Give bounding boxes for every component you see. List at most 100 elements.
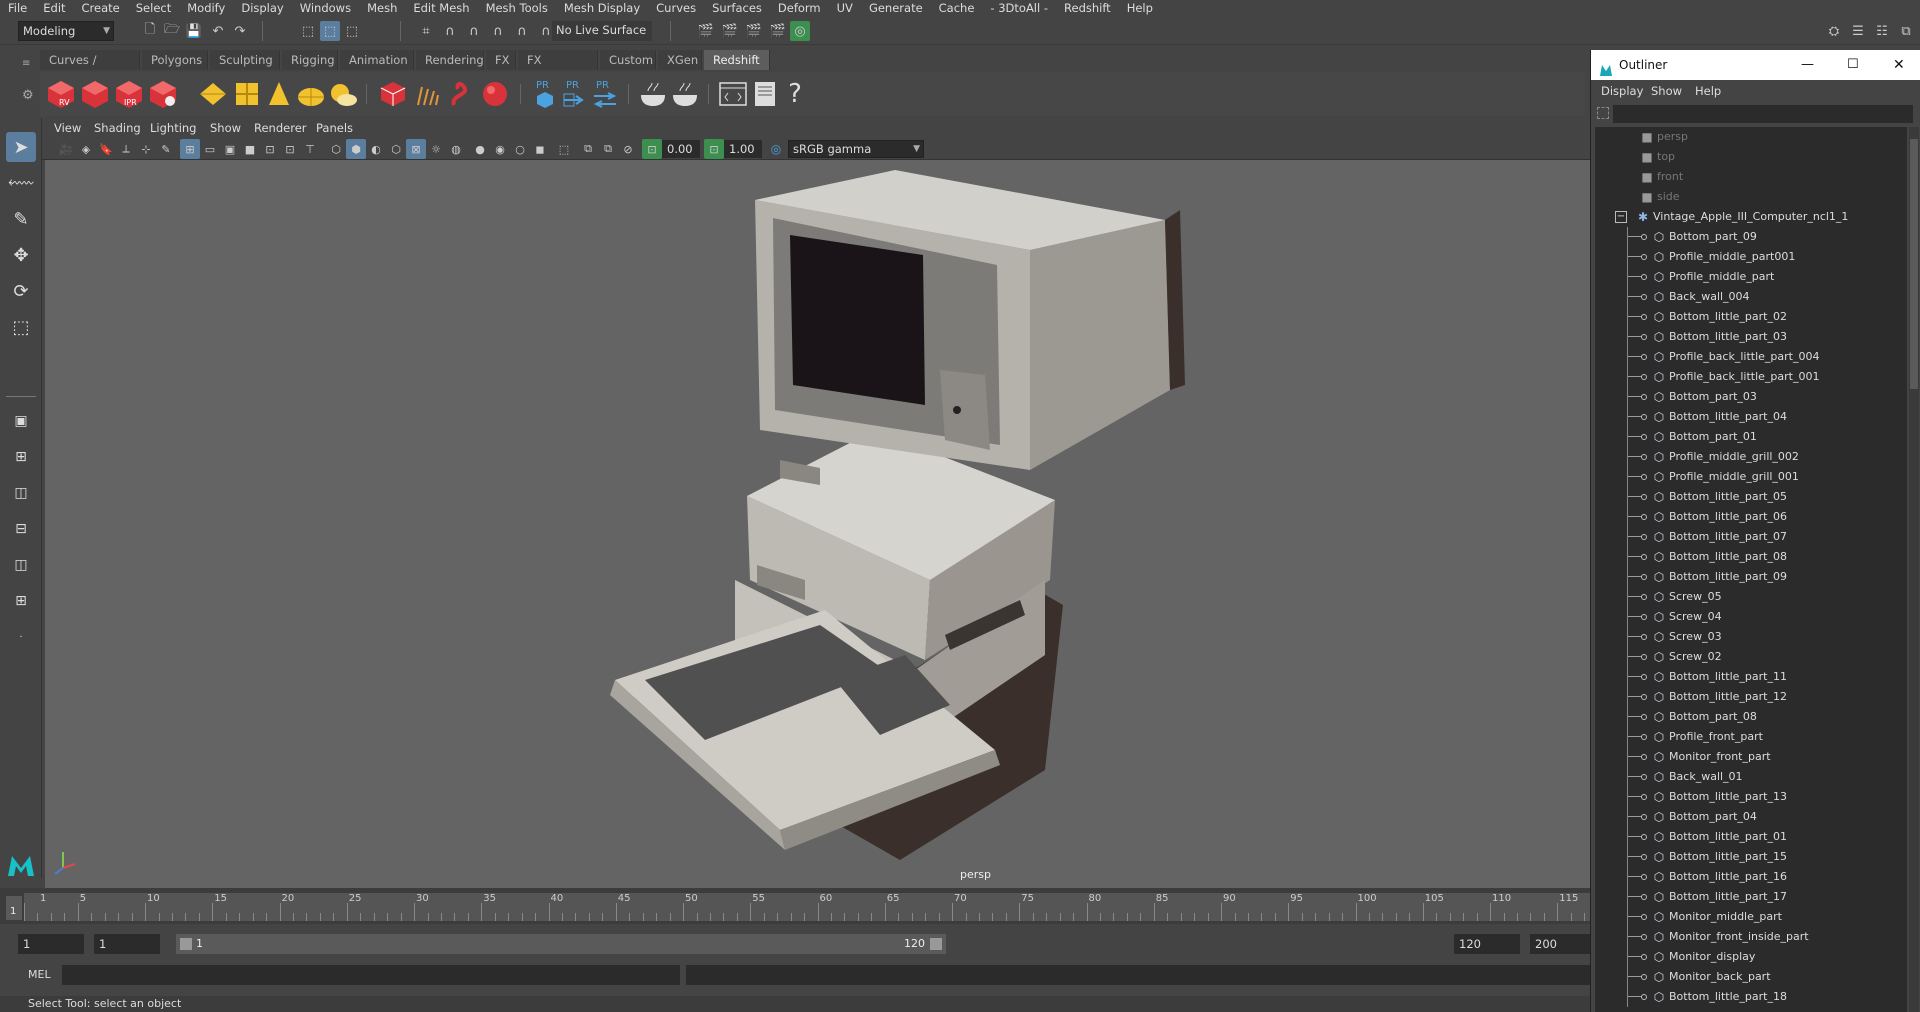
shelf-tab-xgen[interactable]: XGen [658, 50, 702, 70]
xray-joints-icon[interactable]: ⧉ [578, 139, 598, 159]
backface-icon[interactable]: ⊘ [618, 139, 638, 159]
camera-attributes-icon[interactable]: ◈ [76, 139, 96, 159]
viewport-menu-lighting[interactable]: Lighting [150, 118, 196, 138]
channel-box-icon[interactable]: ⧉ [1896, 21, 1916, 41]
outliner-item[interactable]: ⬡ Monitor_middle_part [1595, 907, 1907, 927]
redo-icon[interactable]: ↷ [230, 21, 250, 41]
outliner-item[interactable]: ⬡ Bottom_little_part_06 [1595, 507, 1907, 527]
new-scene-icon[interactable]: 🗋 [140, 21, 160, 41]
snap-grid-icon[interactable]: ⌗ [416, 21, 436, 41]
default-material-icon[interactable]: ◐ [366, 139, 386, 159]
menu-windows[interactable]: Windows [292, 0, 359, 17]
menu-help[interactable]: Help [1119, 0, 1161, 17]
outliner-item[interactable]: ⬡ Bottom_little_part_05 [1595, 487, 1907, 507]
move-tool-icon[interactable]: ✥ [6, 240, 36, 270]
menu-edit-mesh[interactable]: Edit Mesh [405, 0, 477, 17]
attribute-editor-icon[interactable]: ☰ [1848, 21, 1868, 41]
range-handle-start[interactable] [180, 938, 192, 950]
ambient-occlusion-icon[interactable]: ● [470, 139, 490, 159]
safe-action-icon[interactable]: ⊡ [280, 139, 300, 159]
tool-settings-icon[interactable]: ☷ [1872, 21, 1892, 41]
all-lights-icon[interactable]: ☼ [426, 139, 446, 159]
outliner-item[interactable]: ⬡ Monitor_front_part [1595, 747, 1907, 767]
lasso-tool-icon[interactable]: ⬳ [6, 168, 36, 198]
outliner-item[interactable]: ⬡ Bottom_little_part_02 [1595, 307, 1907, 327]
collapse-icon[interactable]: − [1615, 211, 1627, 223]
snap-view-icon[interactable]: ∩ [488, 21, 508, 41]
camera-icon[interactable]: 🎥 [56, 139, 76, 159]
outliner-item[interactable]: ⬡ Profile_middle_grill_002 [1595, 447, 1907, 467]
render-settings-icon[interactable]: 🎬 [768, 21, 788, 41]
menu-curves[interactable]: Curves [648, 0, 704, 17]
outliner-menu-display[interactable]: Display [1601, 80, 1643, 102]
safe-title-icon[interactable]: ⊤ [300, 139, 320, 159]
maximize-icon[interactable]: ☐ [1847, 50, 1859, 80]
command-input[interactable] [62, 965, 680, 985]
anti-aliasing-icon[interactable]: ○ [510, 139, 530, 159]
snap-curve-icon[interactable]: ∩ [440, 21, 460, 41]
outliner-item[interactable]: ⬡ Screw_04 [1595, 607, 1907, 627]
menu-redshift[interactable]: Redshift [1056, 0, 1119, 17]
redshift-bowl-alt-icon[interactable] [668, 76, 702, 112]
motion-blur-icon[interactable]: ◉ [490, 139, 510, 159]
menu-modify[interactable]: Modify [179, 0, 233, 17]
outliner-item[interactable]: ⬡ Bottom_little_part_16 [1595, 867, 1907, 887]
more-layouts-icon[interactable]: · [6, 622, 36, 652]
ipr-render-icon[interactable]: 🎬 [744, 21, 764, 41]
menu-generate[interactable]: Generate [861, 0, 931, 17]
menu-uv[interactable]: UV [829, 0, 861, 17]
gate-mask-icon[interactable]: ■ [240, 139, 260, 159]
viewport-menu-shading[interactable]: Shading [94, 118, 141, 138]
menu-file[interactable]: File [0, 0, 35, 17]
hypershade-layout-icon[interactable]: ⊞ [6, 586, 36, 616]
outliner-item[interactable]: ⬡ Bottom_little_part_18 [1595, 987, 1907, 1007]
outliner-camera-top[interactable]: ■ top [1595, 147, 1907, 167]
grease-pencil-icon[interactable]: ✎ [156, 139, 176, 159]
viewport-menu-view[interactable]: View [54, 118, 81, 138]
outliner-item[interactable]: ⬡ Profile_back_little_part_004 [1595, 347, 1907, 367]
outliner-group[interactable]: − ✱ Vintage_Apple_III_Computer_ncl1_1 [1595, 207, 1907, 227]
colorspace-selector[interactable]: sRGB gamma ▼ [788, 140, 924, 158]
outliner-item[interactable]: ⬡ Screw_02 [1595, 647, 1907, 667]
outliner-item[interactable]: ⬡ Bottom_part_09 [1595, 227, 1907, 247]
close-icon[interactable]: ✕ [1893, 50, 1905, 80]
outliner-item[interactable]: ⬡ Bottom_little_part_13 [1595, 787, 1907, 807]
outliner-item[interactable]: ⬡ Monitor_display [1595, 947, 1907, 967]
script-language-label[interactable]: MEL [28, 968, 51, 981]
outliner-item[interactable]: ⬡ Profile_middle_grill_001 [1595, 467, 1907, 487]
pr-convert-icon[interactable]: PR [588, 76, 622, 112]
single-pane-layout-icon[interactable]: ▣ [6, 406, 36, 436]
select-object-icon[interactable]: ⬚ [320, 21, 340, 41]
hypershade-icon[interactable]: ◎ [790, 21, 810, 41]
pr-export-icon[interactable]: PR [558, 76, 592, 112]
outliner-item[interactable]: ⬡ Bottom_little_part_07 [1595, 527, 1907, 547]
outliner-item[interactable]: ⬡ Profile_back_little_part_001 [1595, 367, 1907, 387]
redshift-proxy-icon[interactable] [376, 76, 410, 112]
persp-graph-layout-icon[interactable]: ◫ [6, 550, 36, 580]
wireframe-on-shaded-icon[interactable]: ⬡ [386, 139, 406, 159]
depth-of-field-icon[interactable]: ◼ [530, 139, 550, 159]
exposure-icon[interactable]: ⊡ [642, 139, 662, 159]
select-component-icon[interactable]: ⬚ [342, 21, 362, 41]
live-surface-field[interactable]: No Live Surface [552, 21, 652, 41]
outliner-item[interactable]: ⬡ Bottom_part_08 [1595, 707, 1907, 727]
redshift-settings-icon[interactable] [146, 76, 180, 112]
viewport-menu-renderer[interactable]: Renderer [254, 118, 307, 138]
outliner-item[interactable]: ⬡ Profile_front_part [1595, 727, 1907, 747]
grid-icon[interactable]: ⊞ [180, 139, 200, 159]
shelf-tab-rendering[interactable]: Rendering [416, 50, 484, 70]
shelf-tab-animation[interactable]: Animation [340, 50, 414, 70]
redshift-render-icon[interactable] [78, 76, 112, 112]
outliner-search-input[interactable] [1613, 105, 1913, 123]
viewport-menu-show[interactable]: Show [210, 118, 241, 138]
perspective-viewport[interactable] [45, 160, 1590, 888]
bookmark-icon[interactable]: 🔖 [96, 139, 116, 159]
outliner-item[interactable]: ⬡ Bottom_little_part_17 [1595, 887, 1907, 907]
outliner-scrollbar[interactable] [1909, 127, 1919, 1012]
outliner-item[interactable]: ⬡ Bottom_part_03 [1595, 387, 1907, 407]
outliner-item[interactable]: ⬡ Bottom_little_part_04 [1595, 407, 1907, 427]
gamma-icon[interactable]: ⊡ [704, 139, 724, 159]
outliner-camera-side[interactable]: ■ side [1595, 187, 1907, 207]
redshift-ipr-icon[interactable]: IPR [112, 76, 146, 112]
field-chart-icon[interactable]: ⊡ [260, 139, 280, 159]
